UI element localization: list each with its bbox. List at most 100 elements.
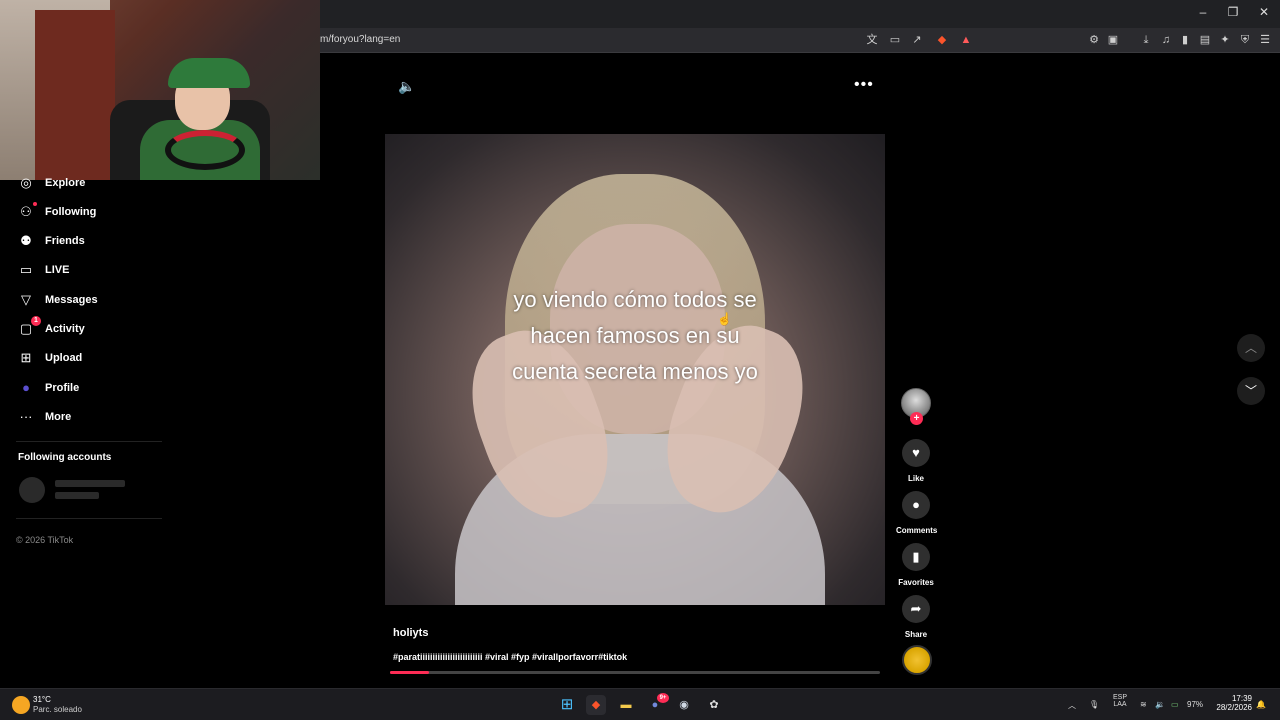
app-icon[interactable]: ✿ [704, 695, 724, 715]
translate-icon[interactable]: 文 [864, 32, 880, 48]
activity-badge: 1 [31, 316, 41, 326]
share-arrow-icon: ➦ [910, 601, 922, 616]
sidebar-toggle-icon[interactable]: ▮ [1177, 32, 1193, 48]
volume-tray-icon[interactable]: 🔉 [1155, 700, 1165, 709]
tray-overflow-icon[interactable]: ︿ [1068, 700, 1076, 711]
media-icon[interactable]: ♫ [1158, 32, 1174, 48]
share-page-icon[interactable]: ↗ [909, 32, 925, 48]
compass-icon: ◎ [20, 175, 32, 190]
sidebar-item-profile[interactable]: ● Profile [18, 378, 79, 398]
video-player[interactable]: yo viendo cómo todos se hacen famosos en… [385, 134, 885, 605]
weather-sun-icon[interactable] [12, 696, 30, 714]
video-more-options-icon[interactable]: ••• [854, 76, 874, 94]
video-description[interactable]: #paratiiiiiiiiiiiiiiiiiiiiiiiii #viral #… [393, 652, 627, 662]
clock-time: 17:39 [1231, 694, 1252, 703]
wifi-icon[interactable]: ≋ [1140, 700, 1147, 709]
language-code: ESP [1112, 694, 1127, 701]
weather-description[interactable]: Parc. soleado [33, 705, 82, 714]
keyboard-layout: LAA [1113, 701, 1127, 708]
input-language[interactable]: ESP LAA [1112, 694, 1128, 708]
webcam-door [35, 10, 115, 180]
account-name-placeholder [55, 480, 125, 487]
battery-percent: 97% [1187, 700, 1204, 709]
sidebar-item-label: LIVE [45, 264, 70, 276]
video-caption: yo viendo cómo todos se hacen famosos en… [385, 282, 885, 390]
favorites-label: Favorites [898, 578, 934, 587]
like-button[interactable]: ♥ [902, 439, 930, 467]
tab-search-icon[interactable]: ▣ [1105, 32, 1121, 48]
webcam-cap [168, 58, 250, 88]
profile-icon: ● [22, 380, 30, 395]
sidebar-item-label: Profile [45, 382, 80, 394]
heart-icon: ♥ [912, 445, 920, 460]
friends-icon: ⚉ [20, 233, 32, 248]
new-dot [33, 202, 37, 206]
brave-rewards-icon[interactable]: ▲ [958, 32, 974, 48]
sidebar-item-live[interactable]: ▭ LIVE [18, 260, 70, 280]
sidebar-item-label: Messages [45, 294, 98, 306]
weather-temperature[interactable]: 31°C [33, 695, 51, 704]
video-progress-bar[interactable] [390, 671, 880, 674]
brave-browser-icon[interactable]: ◆ [586, 695, 606, 715]
activity-icon: ▢ 1 [18, 316, 41, 337]
file-explorer-icon[interactable]: ▬ [616, 695, 636, 715]
sidebar-item-more[interactable]: ··· More [18, 407, 72, 427]
video-caption-line: cuenta secreta menos yo [512, 359, 758, 384]
cast-icon[interactable]: ▭ [887, 32, 903, 48]
address-bar[interactable]: m/foryou?lang=en [320, 34, 400, 45]
music-disc-icon[interactable] [902, 645, 932, 675]
share-label: Share [904, 630, 928, 639]
steam-icon[interactable]: ◉ [674, 695, 694, 715]
menu-icon[interactable]: ☰ [1257, 32, 1273, 48]
video-progress-fill [390, 671, 430, 674]
video-author[interactable]: holiyts [393, 627, 428, 639]
restore-button[interactable]: ❐ [1218, 5, 1248, 19]
more-icon: ··· [19, 409, 33, 424]
sidebar-item-label: Activity [45, 323, 85, 335]
wallet-icon[interactable]: ▤ [1197, 32, 1213, 48]
copyright-text: © 2026 TikTok [16, 535, 74, 545]
vpn-icon[interactable]: ⛨ [1237, 32, 1253, 48]
sidebar-item-label: Following [45, 206, 97, 218]
leo-ai-icon[interactable]: ✦ [1217, 32, 1233, 48]
sidebar-item-label: Explore [45, 177, 86, 189]
close-window-button[interactable]: ✕ [1249, 5, 1279, 19]
download-icon[interactable]: ⤓ [1138, 32, 1154, 48]
battery-icon[interactable]: ▭ [1171, 700, 1179, 709]
sidebar-item-friends[interactable]: ⚉ Friends [18, 231, 85, 251]
next-video-button[interactable]: ﹀ [1237, 377, 1265, 405]
brave-shields-icon[interactable]: ◆ [934, 32, 950, 48]
live-icon: ▭ [19, 262, 33, 277]
discord-icon[interactable]: ● 9+ [645, 693, 669, 715]
notifications-icon[interactable]: 🔔 [1256, 700, 1266, 709]
volume-icon[interactable]: 🔈 [398, 78, 415, 95]
sidebar-item-activity[interactable]: ▢ 1 Activity [18, 316, 85, 339]
minimize-button[interactable]: – [1188, 5, 1218, 19]
sidebar-item-explore[interactable]: ◎ Explore [18, 173, 85, 193]
clock-date: 28/2/2026 [1216, 703, 1252, 712]
windows-taskbar: 31°C Parc. soleado ⊞ ◆ ▬ ● 9+ ◉ ✿ ︿ 🎙 ESP… [0, 688, 1280, 720]
following-icon: ⚇ [18, 202, 37, 220]
comments-button[interactable]: ● [902, 491, 930, 519]
microphone-icon[interactable]: 🎙 [1089, 700, 1099, 709]
sidebar-divider [16, 441, 162, 442]
extensions-icon[interactable]: ⚙ [1086, 32, 1102, 48]
webcam-overlay [0, 0, 320, 180]
sidebar-item-upload[interactable]: ⊞ Upload [18, 348, 83, 368]
system-clock[interactable]: 17:39 28/2/2026 [1214, 694, 1252, 712]
windows-start-icon[interactable]: ⊞ [557, 695, 577, 715]
comments-label: Comments [896, 526, 938, 535]
sidebar-item-messages[interactable]: ▽ Messages [18, 290, 98, 310]
webcam-headset [165, 130, 245, 170]
favorites-button[interactable]: ▮ [902, 543, 930, 571]
comment-icon: ● [912, 497, 920, 512]
chevron-up-icon: ︿ [1244, 341, 1257, 355]
sidebar-item-label: More [45, 411, 72, 423]
share-button[interactable]: ➦ [902, 595, 930, 623]
follow-button[interactable]: + [910, 412, 923, 425]
sidebar-item-following[interactable]: ⚇ Following [18, 202, 96, 222]
previous-video-button[interactable]: ︿ [1237, 334, 1265, 362]
account-handle-placeholder [55, 492, 99, 499]
upload-icon: ⊞ [20, 350, 32, 365]
account-avatar-placeholder [19, 477, 45, 503]
